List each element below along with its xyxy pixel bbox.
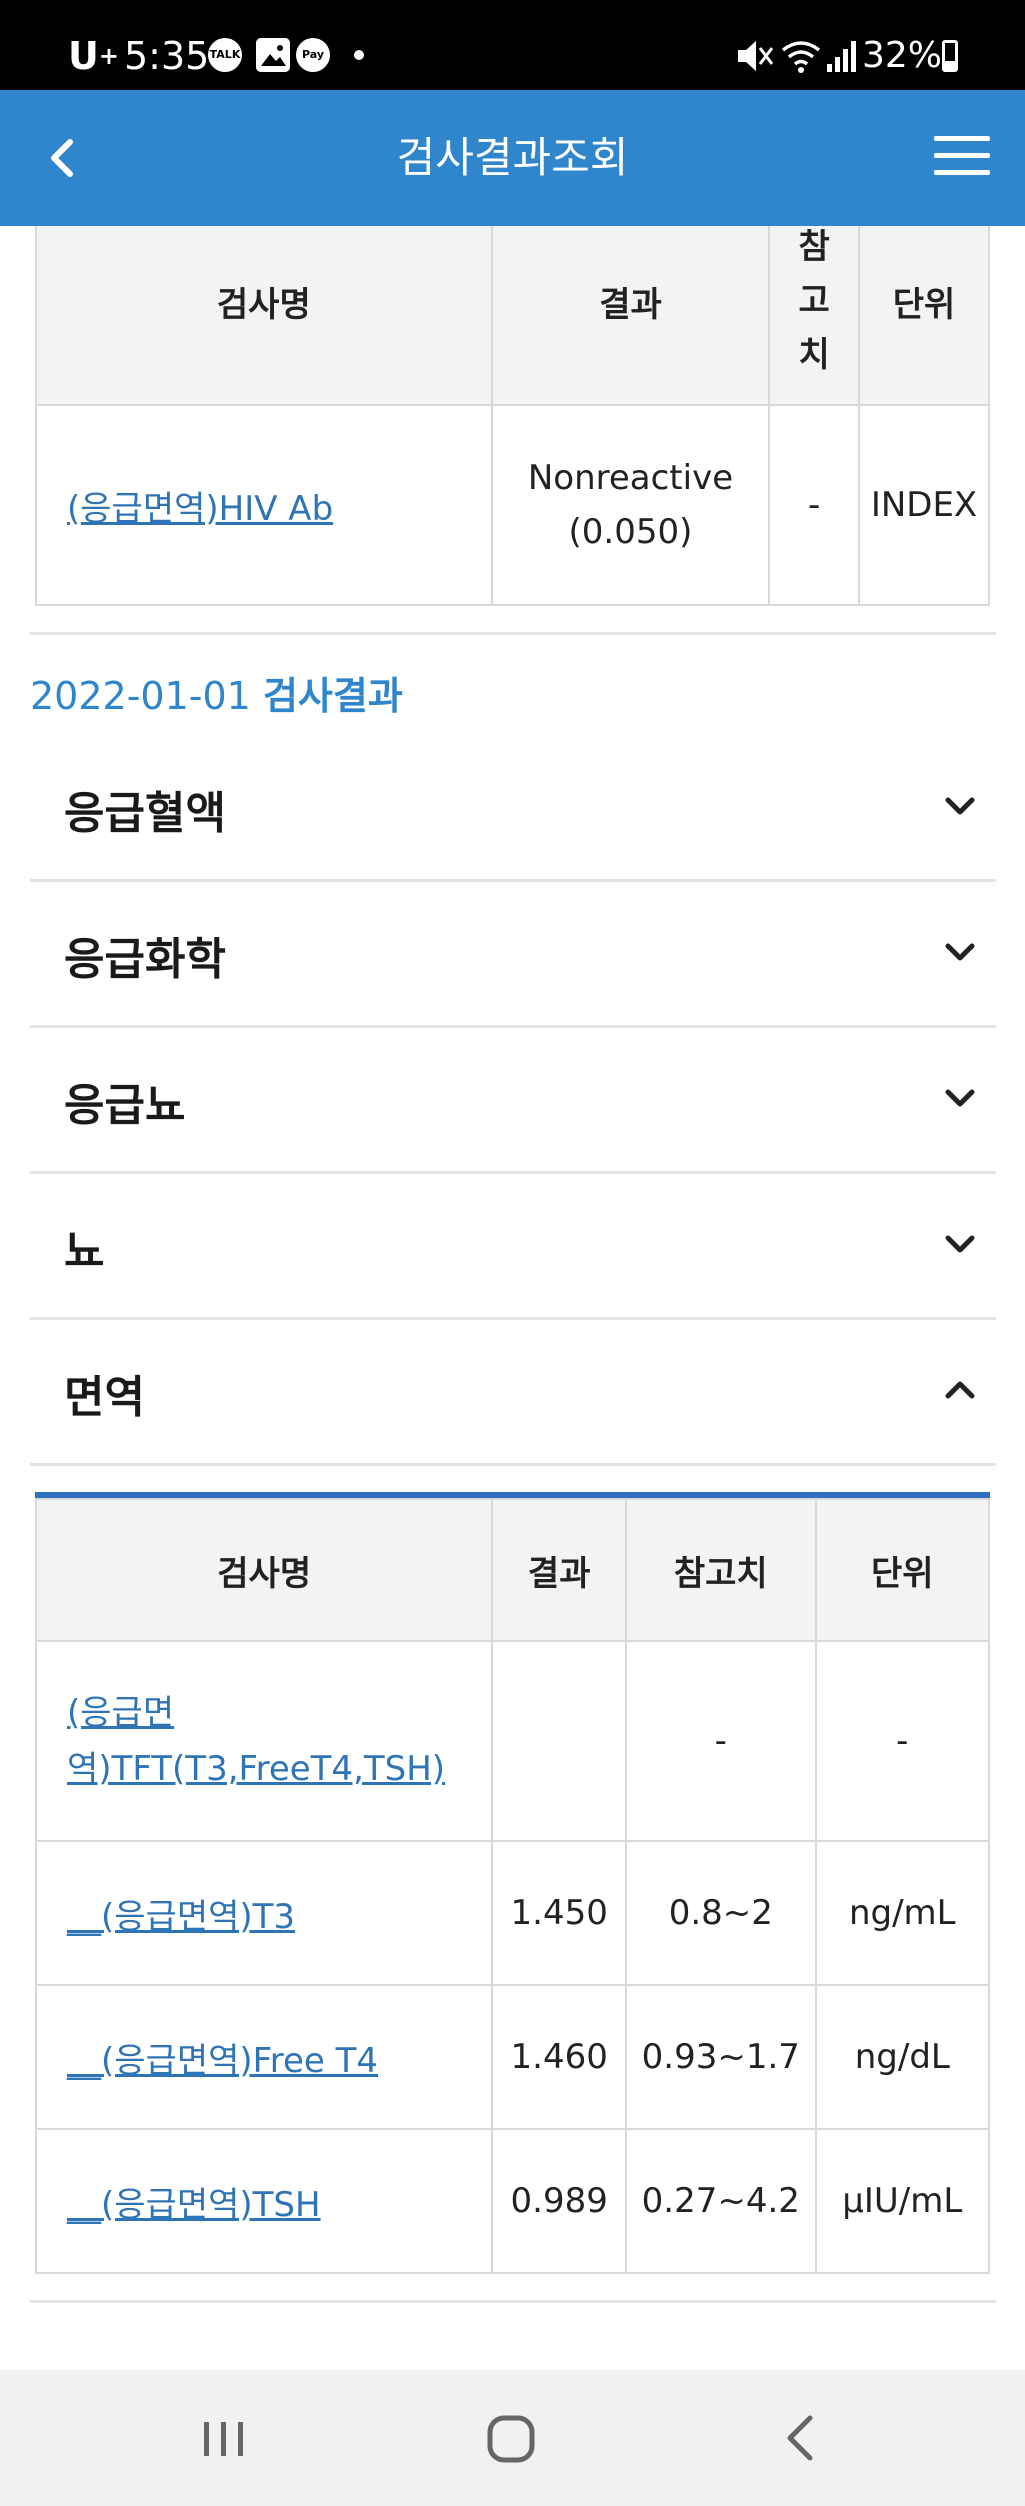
col-header-reference: 참고치 — [624, 1498, 817, 1642]
col-header-unit: 단위 — [858, 226, 990, 406]
unit-cell: - — [814, 1640, 991, 1842]
table-row: __(응급면역)T3 1.450 0.8~2 ng/mL — [34, 1840, 991, 1986]
battery-percentage: 32% — [862, 35, 943, 76]
unit-cell: INDEX — [858, 404, 990, 606]
pay-icon: Pay — [296, 38, 330, 72]
unit-cell: ng/mL — [814, 1840, 991, 1986]
col-header-test-name: 검사명 — [35, 226, 493, 406]
accordion-immunology[interactable]: 면역 — [30, 1320, 996, 1466]
accordion-label: 응급화학 — [64, 934, 226, 985]
col-header-reference: 참 고 치 — [768, 226, 861, 406]
chevron-down-icon — [945, 797, 975, 815]
more-notifications-dot — [354, 50, 364, 60]
reference-cell: 0.93~1.7 — [624, 1984, 817, 2130]
accordion-label: 뇨 — [64, 1226, 105, 1277]
home-icon[interactable] — [450, 2370, 570, 2506]
col-header-result: 결과 — [490, 226, 771, 406]
hamburger-menu-icon[interactable] — [934, 136, 990, 180]
result-cell: 0.989 — [491, 2128, 627, 2274]
accordion-urine[interactable]: 뇨 — [30, 1174, 996, 1320]
reference-cell: 0.8~2 — [624, 1840, 817, 1986]
results-date-heading: 2022-01-01 검사결과 — [30, 674, 403, 718]
kakaotalk-icon: TALK — [208, 38, 242, 72]
result-cell: 1.450 — [491, 1840, 627, 1986]
accordion-emergency-urine[interactable]: 응급뇨 — [30, 1028, 996, 1174]
carrier-label: U+ — [68, 34, 119, 78]
test-name-cell[interactable]: __(응급면역)T3 — [34, 1840, 494, 1986]
test-name-cell[interactable]: __(응급면역)Free T4 — [34, 1984, 494, 2130]
chevron-down-icon — [945, 1235, 975, 1253]
chevron-up-icon — [945, 1381, 975, 1399]
accordion-label: 응급혈액 — [64, 788, 226, 839]
col-header-test-name: 검사명 — [34, 1498, 494, 1642]
test-name-link[interactable]: __(응급면역)Free T4 — [67, 2041, 378, 2081]
table-row: (응급면 역)TFT(T3,FreeT4,TSH) - - — [34, 1640, 991, 1842]
col-header-result: 결과 — [491, 1498, 627, 1642]
reference-cell: - — [768, 404, 861, 606]
battery-icon — [942, 40, 958, 72]
wifi-icon — [781, 41, 821, 73]
table-row: __(응급면역)TSH 0.989 0.27~4.2 µIU/mL — [34, 2128, 991, 2274]
page-title: 검사결과조회 — [396, 133, 629, 182]
unit-cell: µIU/mL — [814, 2128, 991, 2274]
accordion-label: 면역 — [64, 1372, 145, 1423]
immunology-result-table: 검사명 결과 참고치 단위 (응급면 역)TFT(T3,FreeT4,TSH) -… — [34, 1498, 991, 2274]
section-divider — [30, 632, 996, 635]
test-name-link[interactable]: __(응급면역)T3 — [67, 1897, 295, 1937]
section-divider — [30, 2300, 996, 2303]
result-cell: 1.460 — [491, 1984, 627, 2130]
hiv-table-container: 검사명 결과 참 고 치 단위 (응급면역)HIV Ab Nonreactive… — [0, 226, 1025, 606]
app-header: 검사결과조회 — [0, 90, 1025, 226]
chevron-down-icon — [945, 943, 975, 961]
test-name-link[interactable]: (응급면 역)TFT(T3,FreeT4,TSH) — [67, 1693, 445, 1789]
hiv-result-table: 검사명 결과 참 고 치 단위 (응급면역)HIV Ab Nonreactive… — [35, 226, 990, 606]
status-bar: U+ 5:35 TALK Pay 32% — [0, 0, 1025, 90]
table-row: (응급면역)HIV Ab Nonreactive (0.050) - INDEX — [35, 404, 990, 606]
status-time: 5:35 — [124, 34, 210, 78]
result-cell — [491, 1640, 627, 1842]
test-name-link[interactable]: (응급면역)HIV Ab — [67, 489, 333, 529]
chevron-down-icon — [945, 1089, 975, 1107]
accordion-emergency-chemistry[interactable]: 응급화학 — [30, 882, 996, 1028]
system-nav-bar — [0, 2370, 1025, 2506]
reference-cell: 0.27~4.2 — [624, 2128, 817, 2274]
back-icon[interactable] — [740, 2370, 860, 2506]
mute-icon — [738, 41, 774, 71]
col-header-unit: 단위 — [814, 1498, 991, 1642]
unit-cell: ng/dL — [814, 1984, 991, 2130]
signal-icon — [827, 41, 856, 72]
accordion-label: 응급뇨 — [64, 1080, 186, 1131]
test-name-cell[interactable]: (응급면역)HIV Ab — [35, 404, 493, 606]
gallery-icon — [256, 38, 290, 72]
table-row: __(응급면역)Free T4 1.460 0.93~1.7 ng/dL — [34, 1984, 991, 2130]
recent-apps-icon[interactable] — [164, 2370, 284, 2506]
test-name-cell[interactable]: __(응급면역)TSH — [34, 2128, 494, 2274]
accordion-emergency-blood[interactable]: 응급혈액 — [30, 736, 996, 882]
result-cell: Nonreactive (0.050) — [490, 404, 771, 606]
test-name-cell[interactable]: (응급면 역)TFT(T3,FreeT4,TSH) — [34, 1640, 494, 1842]
reference-cell: - — [624, 1640, 817, 1842]
test-name-link[interactable]: __(응급면역)TSH — [67, 2185, 321, 2225]
